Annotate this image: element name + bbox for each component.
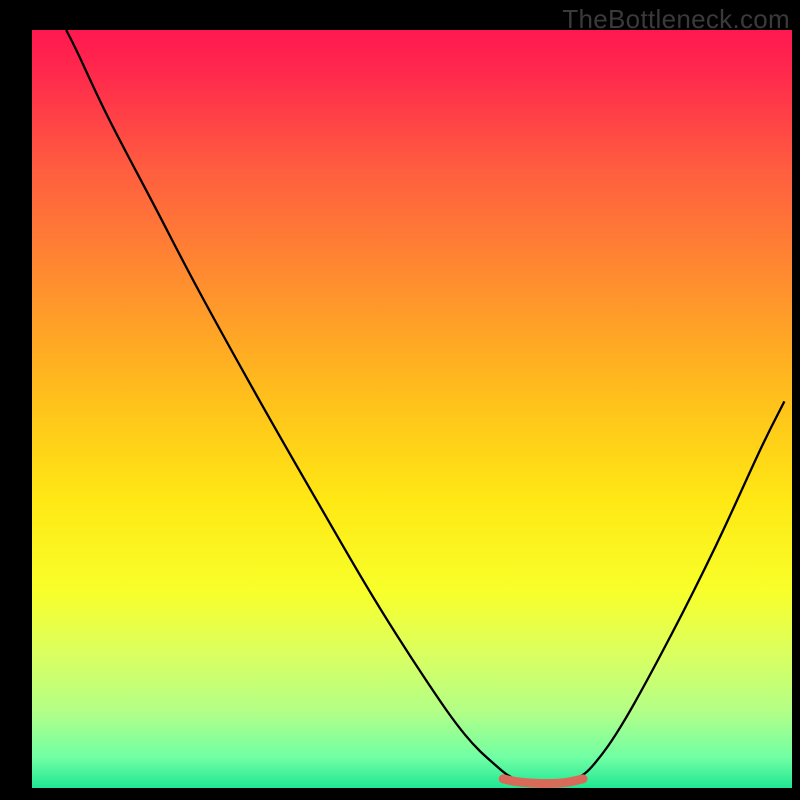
plot-background (32, 30, 792, 788)
watermark-text: TheBottleneck.com (562, 4, 790, 35)
series-optimal-band-marker (503, 779, 583, 784)
plot-svg (0, 0, 800, 800)
bottleneck-chart: TheBottleneck.com (0, 0, 800, 800)
